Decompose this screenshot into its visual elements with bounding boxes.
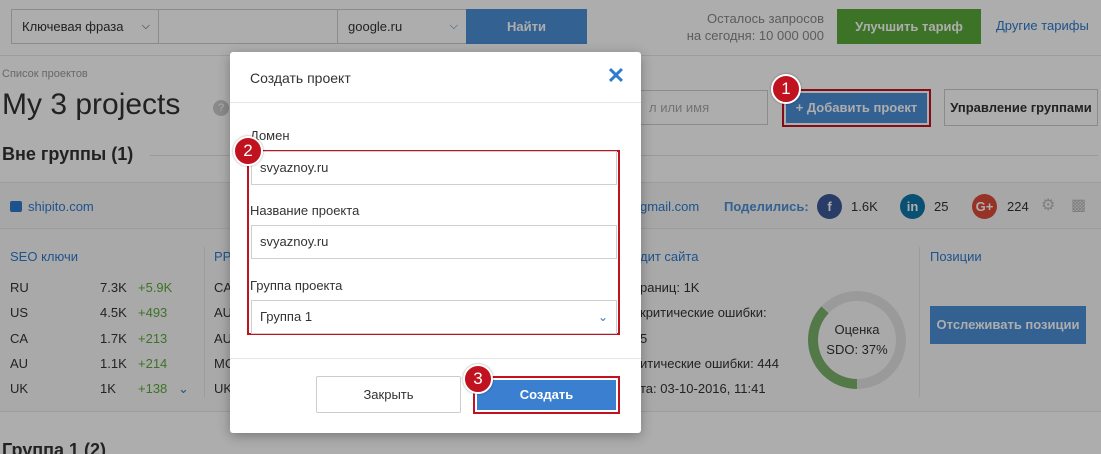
modal-title: Создать проект bbox=[250, 70, 351, 86]
chevron-down-icon: ⌄ bbox=[597, 310, 608, 324]
project-name-label: Название проекта bbox=[250, 203, 360, 218]
project-group-select[interactable]: Группа 1 ⌄ bbox=[251, 300, 617, 334]
step-marker-2: 2 bbox=[233, 136, 263, 166]
project-name-input[interactable]: svyaznoy.ru bbox=[251, 225, 617, 259]
step-marker-3: 3 bbox=[463, 364, 493, 394]
close-button[interactable]: Закрыть bbox=[316, 376, 461, 413]
create-button[interactable]: Создать bbox=[477, 380, 616, 410]
modal-header: Создать проект ✕ bbox=[230, 52, 641, 103]
project-group-value: Группа 1 bbox=[260, 309, 313, 324]
create-project-modal: Создать проект ✕ Домен svyaznoy.ru Назва… bbox=[230, 52, 641, 433]
close-icon[interactable]: ✕ bbox=[606, 65, 626, 87]
project-group-label: Группа проекта bbox=[250, 278, 343, 293]
domain-input[interactable]: svyaznoy.ru bbox=[251, 151, 617, 185]
create-button-highlight: Создать bbox=[473, 376, 620, 414]
modal-footer-divider bbox=[230, 358, 641, 359]
step-marker-1: 1 bbox=[771, 74, 801, 104]
